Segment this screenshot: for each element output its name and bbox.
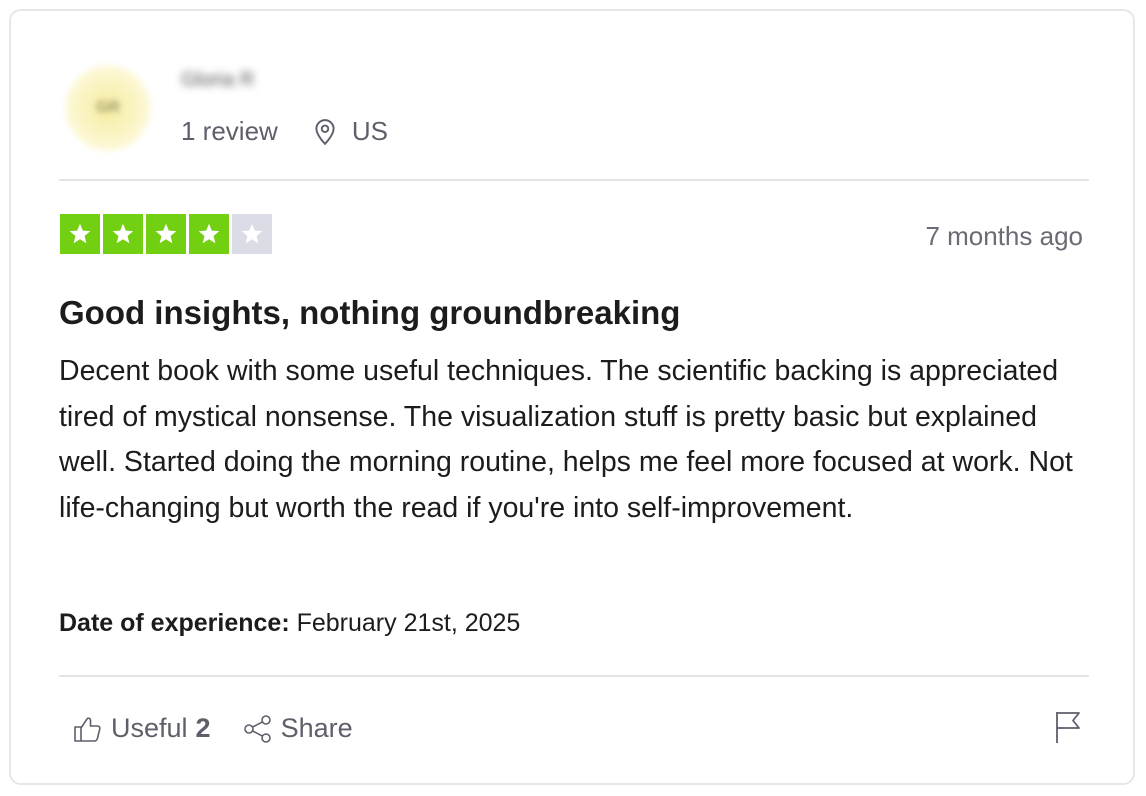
star-icon (69, 223, 91, 244)
star-icon (241, 223, 263, 244)
review-count: 1 review (181, 116, 278, 146)
review-body: Decent book with some useful techniques.… (59, 355, 1073, 524)
review-title: Good insights, nothing groundbreaking (59, 294, 681, 331)
share-icon (243, 714, 271, 743)
reviewer-location: US (312, 116, 388, 147)
reviewer-meta: 1 review US (181, 116, 388, 147)
divider-bottom (59, 675, 1089, 677)
date-label: Date of experience: (59, 609, 290, 637)
avatar[interactable]: GR (65, 65, 151, 151)
review-actions: Useful 2 Share (73, 713, 353, 744)
review-time: 7 months ago (925, 221, 1083, 251)
report-flag-button[interactable] (1053, 710, 1083, 749)
useful-count: 2 (195, 713, 211, 743)
share-button[interactable]: Share (243, 713, 353, 744)
thumbs-up-icon (74, 716, 101, 742)
star-filled (60, 214, 100, 254)
star-rating (60, 214, 272, 254)
star-icon (155, 223, 177, 244)
divider-top (59, 179, 1089, 181)
star-filled (189, 214, 229, 254)
star-icon (198, 223, 220, 244)
date-value: February 21st, 2025 (296, 609, 521, 637)
reviewer-name[interactable]: Gloria R (181, 69, 254, 92)
star-icon (112, 223, 134, 244)
date-of-experience: Date of experience: February 21st, 2025 (59, 609, 520, 638)
useful-label: Useful (111, 713, 188, 743)
star-empty (232, 214, 272, 254)
useful-button[interactable]: Useful 2 (73, 713, 211, 744)
star-filled (146, 214, 186, 254)
location-text: US (351, 116, 388, 146)
location-pin-icon (315, 118, 335, 145)
avatar-initials: GR (96, 99, 120, 116)
share-label: Share (280, 713, 353, 743)
flag-icon (1056, 712, 1080, 743)
star-filled (103, 214, 143, 254)
review-card: GR Gloria R 1 review US 7 months ago Goo… (9, 9, 1135, 785)
